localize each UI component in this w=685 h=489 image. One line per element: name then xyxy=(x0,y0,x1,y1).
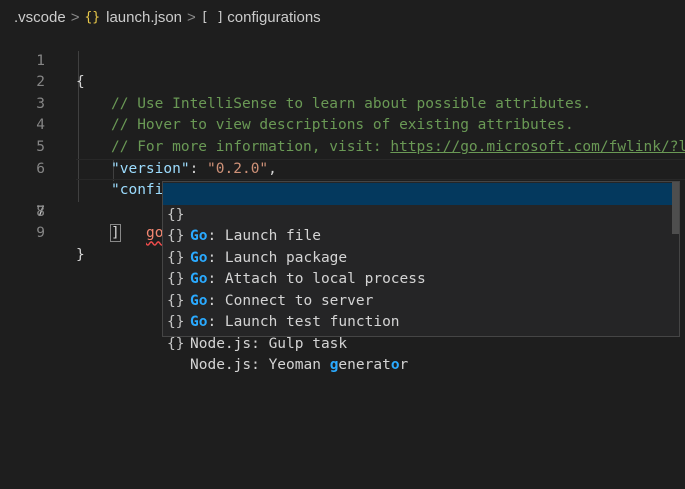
suggestion-item[interactable]: {} Go: Launch test function xyxy=(163,269,673,331)
suggestion-item[interactable]: {} Go: Launch file xyxy=(163,183,673,244)
suggestion-label: r xyxy=(399,357,409,373)
suggestion-item[interactable]: {} Go: Attach to local process xyxy=(163,226,673,288)
current-line-highlight xyxy=(76,158,685,181)
suggestion-item[interactable]: {} Go: Launch package xyxy=(163,205,673,266)
suggestion-item[interactable]: {} Node.js: Yeoman generator xyxy=(163,312,673,374)
suggestion-widget: {} Go: Launch file {} Go: Launch package… xyxy=(162,181,680,374)
code-line-active: 7 go xyxy=(0,158,685,241)
typed-text: go xyxy=(146,225,164,242)
code-line: 5 "version": "0.2.0", xyxy=(0,115,685,177)
breadcrumb-folder[interactable]: .vscode xyxy=(14,9,66,26)
suggestion-item[interactable]: {} Go: Connect to server xyxy=(163,248,673,309)
code-line: 2 // Use IntelliSense to learn about pos… xyxy=(0,51,685,112)
json-file-icon: {} xyxy=(84,9,101,25)
code-line: 1 { xyxy=(0,29,685,91)
close-brace: } xyxy=(76,246,85,263)
suggestion-scrollbar[interactable] xyxy=(672,182,679,234)
code-line: 4 // For more information, visit: https:… xyxy=(0,94,685,155)
suggestion-label: Node.js: Yeoman xyxy=(190,357,330,373)
match-highlight: o xyxy=(390,357,400,373)
close-bracket: ] xyxy=(110,224,121,243)
snippet-icon: {} xyxy=(167,335,185,352)
chevron-right-icon: > xyxy=(187,8,196,26)
code-line: 3 // Hover to view descriptions of exist… xyxy=(0,72,685,134)
breadcrumb-file[interactable]: launch.json xyxy=(106,9,182,26)
chevron-right-icon: > xyxy=(70,8,80,26)
suggestion-label: Node.js: Gulp task xyxy=(190,335,348,352)
suggestion-label: enerat xyxy=(338,357,391,373)
array-symbol-icon: [ ] xyxy=(200,9,225,25)
suggestion-item[interactable]: {} Node.js: Gulp task xyxy=(163,291,673,352)
line-number: 9 xyxy=(36,225,45,242)
code-line: 6 "configurations": [ xyxy=(0,137,685,200)
breadcrumb-symbol[interactable]: configurations xyxy=(227,9,320,26)
